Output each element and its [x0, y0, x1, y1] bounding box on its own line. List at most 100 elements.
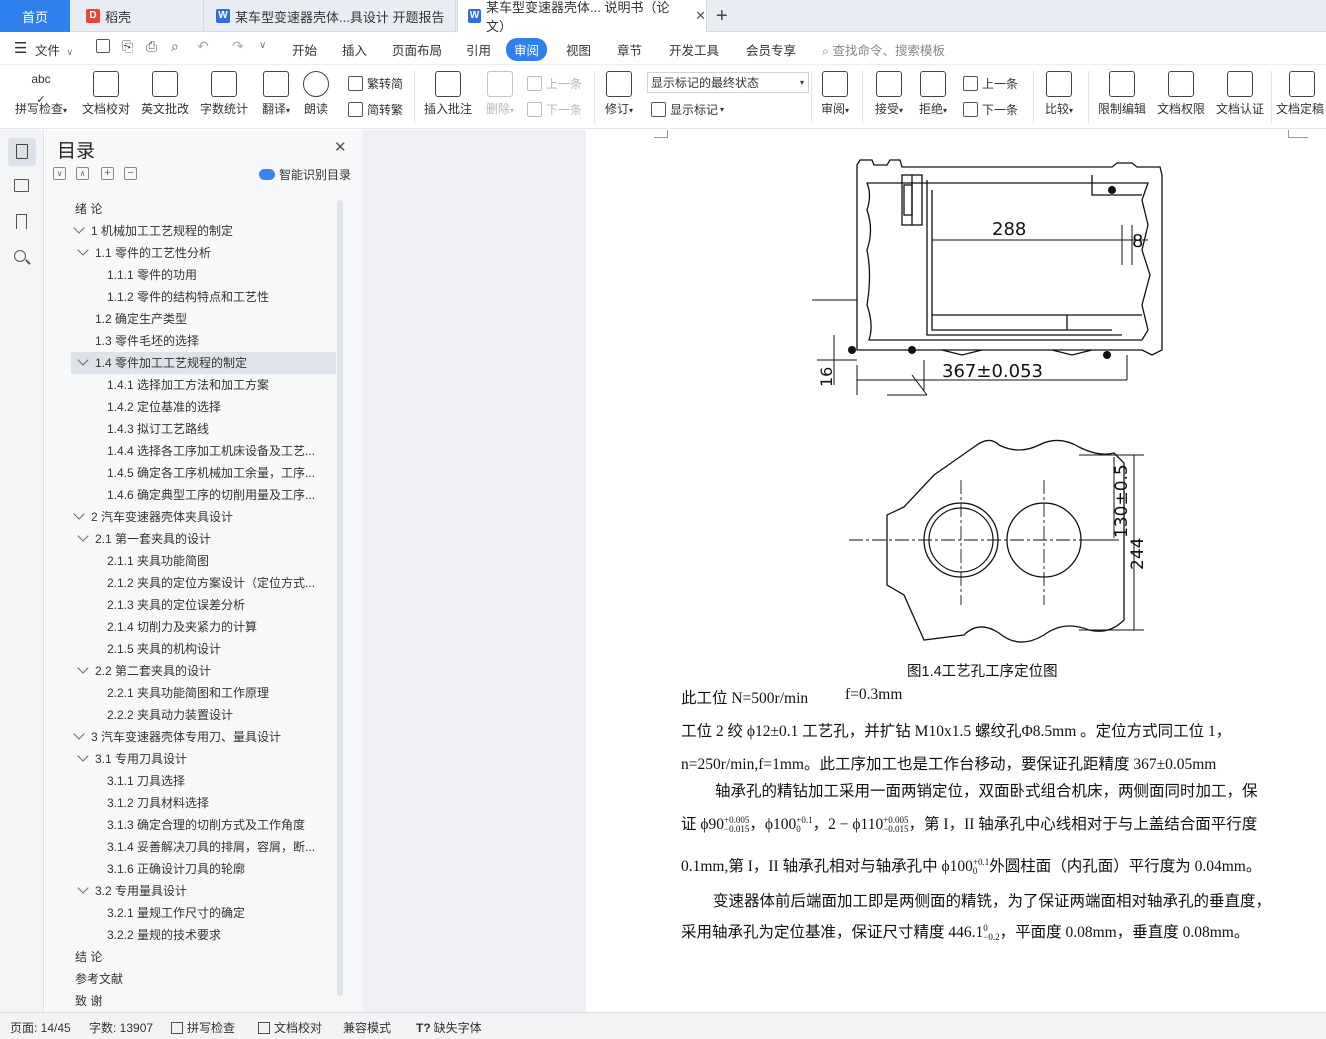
- toc-item[interactable]: 3.2.1 量规工作尺寸的确定: [45, 902, 337, 924]
- toc-scrollbar[interactable]: [337, 200, 343, 996]
- menu-section[interactable]: 章节: [617, 40, 642, 59]
- page-indicator[interactable]: 页面: 14/45: [10, 1019, 71, 1036]
- search-icon[interactable]: [12, 248, 32, 268]
- print-icon[interactable]: ⎙: [146, 38, 157, 55]
- doc-finalize-button[interactable]: 文档定稿: [1276, 69, 1326, 117]
- toc-item[interactable]: 1.4.6 确定典型工序的切削用量及工序...: [45, 484, 337, 506]
- menu-references[interactable]: 引用: [466, 40, 491, 59]
- toc-item[interactable]: 3.1 专用刀具设计: [45, 748, 337, 770]
- simp-to-trad-button[interactable]: 简转繁: [348, 101, 403, 118]
- toc-item[interactable]: 绪 论: [45, 198, 337, 220]
- menu-developer[interactable]: 开发工具: [669, 40, 719, 59]
- toc-item[interactable]: 结 论: [45, 946, 337, 968]
- toc-pane-icon[interactable]: [8, 138, 36, 166]
- chevron-down-icon[interactable]: [77, 882, 89, 894]
- delete-comment-button[interactable]: 删除▾: [480, 69, 520, 117]
- toc-item[interactable]: 1.4.1 选择加工方法和加工方案: [45, 374, 337, 396]
- doc-permission-button[interactable]: 文档权限: [1155, 69, 1207, 117]
- tab-daoke[interactable]: D 稻壳: [76, 0, 204, 32]
- collapse-all-icon[interactable]: ∨: [53, 167, 66, 180]
- hamburger-menu-icon[interactable]: ☰: [14, 39, 27, 57]
- toc-item[interactable]: 2.2.1 夹具功能简图和工作原理: [45, 682, 337, 704]
- toc-item[interactable]: 1 机械加工工艺规程的制定: [45, 220, 337, 242]
- doc-certify-button[interactable]: 文档认证: [1214, 69, 1266, 117]
- export-icon[interactable]: ⎘: [122, 38, 133, 55]
- toc-item[interactable]: 3.2.2 量规的技术要求: [45, 924, 337, 946]
- toc-item[interactable]: 3.1.2 刀具材料选择: [45, 792, 337, 814]
- toc-item[interactable]: 1.4.3 拟订工艺路线: [45, 418, 337, 440]
- toc-item[interactable]: 3 汽车变速器壳体专用刀、量具设计: [45, 726, 337, 748]
- toc-item[interactable]: 3.1.3 确定合理的切削方式及工作角度: [45, 814, 337, 836]
- toc-item[interactable]: 1.2 确定生产类型: [45, 308, 337, 330]
- toc-item[interactable]: 1.4 零件加工工艺规程的制定: [71, 352, 336, 374]
- spell-check-button[interactable]: abc ✓ 拼写检查▾: [12, 69, 70, 117]
- chevron-down-icon[interactable]: [77, 244, 89, 256]
- chevron-down-icon[interactable]: [77, 354, 89, 366]
- reject-button[interactable]: 拒绝▾: [914, 69, 952, 117]
- chevron-down-icon[interactable]: [77, 530, 89, 542]
- menu-insert[interactable]: 插入: [342, 40, 367, 59]
- toc-item[interactable]: 2.2 第二套夹具的设计: [45, 660, 337, 682]
- toc-item[interactable]: 1.4.4 选择各工序加工机床设备及工艺...: [45, 440, 337, 462]
- toc-item[interactable]: 1.1.2 零件的结构特点和工艺性: [45, 286, 337, 308]
- menu-page-layout[interactable]: 页面布局: [392, 40, 442, 59]
- toc-item[interactable]: 1.1.1 零件的功用: [45, 264, 337, 286]
- toc-item[interactable]: 2.1.4 切削力及夹紧力的计算: [45, 616, 337, 638]
- add-level-icon[interactable]: +: [101, 167, 114, 180]
- toc-item[interactable]: 2.1.3 夹具的定位误差分析: [45, 594, 337, 616]
- track-changes-button[interactable]: 修订▾: [600, 69, 638, 117]
- outline-pane-icon[interactable]: [12, 176, 32, 196]
- toc-item[interactable]: 1.1 零件的工艺性分析: [45, 242, 337, 264]
- menu-review[interactable]: 审阅: [506, 38, 548, 61]
- redo-icon[interactable]: ↷: [232, 38, 244, 55]
- read-aloud-button[interactable]: 朗读: [300, 69, 332, 117]
- status-spell-check[interactable]: 拼写检查: [171, 1019, 235, 1036]
- toc-item[interactable]: 致 谢: [45, 990, 337, 1012]
- next-change-button[interactable]: 下一条: [963, 101, 1018, 118]
- toc-item[interactable]: 2.1.1 夹具功能简图: [45, 550, 337, 572]
- insert-comment-button[interactable]: 插入批注: [422, 69, 474, 117]
- toc-item[interactable]: 3.1.6 正确设计刀具的轮廓: [45, 858, 337, 880]
- accept-button[interactable]: 接受▾: [870, 69, 908, 117]
- save-icon[interactable]: [96, 39, 110, 53]
- toc-item[interactable]: 2.1 第一套夹具的设计: [45, 528, 337, 550]
- toc-item[interactable]: 3.2 专用量具设计: [45, 880, 337, 902]
- bookmark-icon[interactable]: [12, 212, 32, 232]
- chevron-down-icon[interactable]: [77, 662, 89, 674]
- review-pane-button[interactable]: 审阅▾: [816, 69, 854, 117]
- new-tab-button[interactable]: +: [716, 0, 736, 32]
- menu-start[interactable]: 开始: [292, 40, 317, 59]
- markup-state-select[interactable]: 显示标记的最终状态 ▾: [647, 72, 809, 93]
- toc-item[interactable]: 2 汽车变速器壳体夹具设计: [45, 506, 337, 528]
- menu-view[interactable]: 视图: [566, 40, 591, 59]
- restrict-edit-button[interactable]: 限制编辑: [1096, 69, 1148, 117]
- file-menu[interactable]: 文件 ∨: [35, 40, 73, 59]
- chevron-down-icon[interactable]: [73, 728, 85, 740]
- english-review-button[interactable]: 英文批改: [139, 69, 191, 117]
- prev-change-button[interactable]: 上一条: [963, 75, 1018, 92]
- close-tab-icon[interactable]: ✕: [695, 8, 706, 24]
- toc-item[interactable]: 3.1.1 刀具选择: [45, 770, 337, 792]
- doc-proof-button[interactable]: 文档校对: [80, 69, 132, 117]
- smart-toc-button[interactable]: 智能识别目录: [259, 166, 351, 183]
- tab-doc-report[interactable]: W 某车型变速器壳体...具设计 开题报告: [206, 0, 456, 32]
- print-preview-icon[interactable]: ⌕: [171, 38, 179, 55]
- tab-home[interactable]: 首页: [0, 0, 70, 32]
- close-icon[interactable]: ✕: [334, 138, 347, 156]
- toc-item[interactable]: 参考文献: [45, 968, 337, 990]
- status-doc-proof[interactable]: 文档校对: [258, 1019, 322, 1036]
- compare-button[interactable]: 比较▾: [1039, 69, 1079, 117]
- chevron-down-icon[interactable]: [77, 750, 89, 762]
- prev-comment-button[interactable]: 上一条: [527, 75, 582, 92]
- toc-item[interactable]: 1.4.2 定位基准的选择: [45, 396, 337, 418]
- undo-icon[interactable]: ↶: [197, 38, 209, 55]
- word-count-button[interactable]: 字数统计: [198, 69, 250, 117]
- next-comment-button[interactable]: 下一条: [527, 101, 582, 118]
- toc-item[interactable]: 2.1.2 夹具的定位方案设计（定位方式...: [45, 572, 337, 594]
- word-count-indicator[interactable]: 字数: 13907: [89, 1019, 153, 1036]
- toc-item[interactable]: 2.2.2 夹具动力装置设计: [45, 704, 337, 726]
- show-markup-button[interactable]: 显示标记 ▾: [651, 101, 724, 118]
- quick-access-dropdown-icon[interactable]: ∨: [259, 40, 266, 51]
- chevron-down-icon[interactable]: [73, 508, 85, 520]
- trad-to-simp-button[interactable]: 繁转简: [348, 75, 403, 92]
